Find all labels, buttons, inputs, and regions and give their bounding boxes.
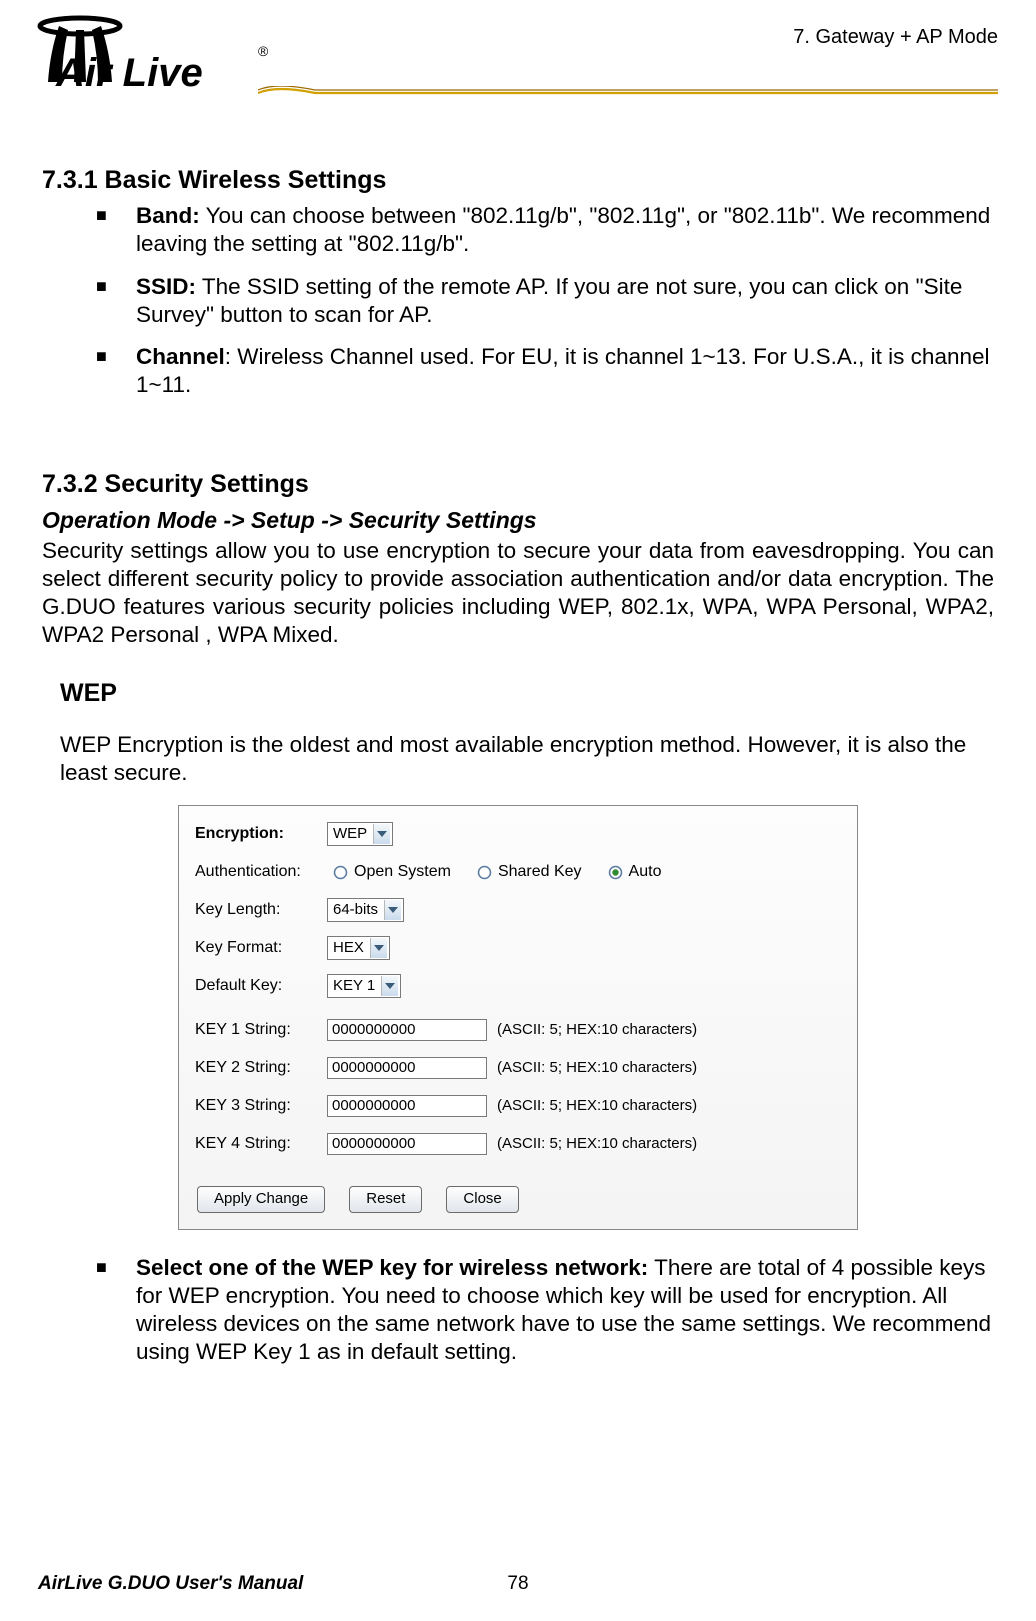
footer-manual-title: AirLive G.DUO User's Manual xyxy=(38,1573,303,1595)
encryption-label: Encryption: xyxy=(195,824,327,844)
brand-logo: Air Live ® xyxy=(26,12,276,107)
keylength-label: Key Length: xyxy=(195,900,327,920)
wep-heading: WEP xyxy=(60,678,994,709)
encryption-select[interactable]: WEP xyxy=(327,822,393,846)
chevron-down-icon xyxy=(370,938,387,958)
key3-input[interactable]: 0000000000 xyxy=(327,1095,487,1117)
chevron-down-icon xyxy=(381,976,398,996)
key4-input[interactable]: 0000000000 xyxy=(327,1133,487,1155)
bullet-label: Band: xyxy=(136,203,200,228)
chevron-down-icon xyxy=(373,824,390,844)
auth-radio-auto[interactable]: Auto xyxy=(608,862,662,882)
chevron-down-icon xyxy=(384,900,401,920)
bullet-channel: Channel: Wireless Channel used. For EU, … xyxy=(42,343,994,399)
svg-text:®: ® xyxy=(258,43,269,59)
page-number: 78 xyxy=(507,1573,528,1595)
auth-radio-shared[interactable]: Shared Key xyxy=(477,862,582,882)
bullet-band: Band: You can choose between "802.11g/b"… xyxy=(42,202,994,258)
bullet-select-key: Select one of the WEP key for wireless n… xyxy=(42,1254,994,1367)
section-731-heading: 7.3.1 Basic Wireless Settings xyxy=(42,165,994,196)
key1-hint: (ASCII: 5; HEX:10 characters) xyxy=(497,1021,697,1040)
nav-path: Operation Mode -> Setup -> Security Sett… xyxy=(42,506,994,535)
keylength-select[interactable]: 64-bits xyxy=(327,898,404,922)
bullet-label: Channel xyxy=(136,344,225,369)
key1-input[interactable]: 0000000000 xyxy=(327,1019,487,1041)
auth-radio-open[interactable]: Open System xyxy=(333,862,451,882)
radio-label: Open System xyxy=(354,862,451,882)
bullet-label: SSID: xyxy=(136,274,196,299)
bullet-ssid: SSID: The SSID setting of the remote AP.… xyxy=(42,273,994,329)
key3-label: KEY 3 String: xyxy=(195,1096,327,1116)
radio-label: Auto xyxy=(629,862,662,882)
apply-button[interactable]: Apply Change xyxy=(197,1186,325,1213)
key2-label: KEY 2 String: xyxy=(195,1058,327,1078)
keyformat-label: Key Format: xyxy=(195,938,327,958)
reset-button[interactable]: Reset xyxy=(349,1186,422,1213)
keyformat-value: HEX xyxy=(333,939,364,958)
bullet-text: Wireless Channel used. For EU, it is cha… xyxy=(136,344,990,397)
authentication-label: Authentication: xyxy=(195,862,327,882)
bullet-text: The SSID setting of the remote AP. If yo… xyxy=(136,274,962,327)
defaultkey-select[interactable]: KEY 1 xyxy=(327,974,401,998)
key4-label: KEY 4 String: xyxy=(195,1134,327,1154)
defaultkey-label: Default Key: xyxy=(195,976,327,996)
key1-label: KEY 1 String: xyxy=(195,1020,327,1040)
svg-text:Air Live: Air Live xyxy=(55,51,203,95)
keyformat-select[interactable]: HEX xyxy=(327,936,390,960)
encryption-value: WEP xyxy=(333,825,367,844)
key2-input[interactable]: 0000000000 xyxy=(327,1057,487,1079)
bullet-text: You can choose between "802.11g/b", "802… xyxy=(136,203,990,256)
bullet-label: Select one of the WEP key for wireless n… xyxy=(136,1255,648,1280)
key4-hint: (ASCII: 5; HEX:10 characters) xyxy=(497,1135,697,1154)
security-paragraph: Security settings allow you to use encry… xyxy=(42,537,994,650)
section-732-heading: 7.3.2 Security Settings xyxy=(42,469,994,500)
wep-settings-dialog: Encryption: WEP Authentication: Open Sys… xyxy=(178,805,858,1230)
keylength-value: 64-bits xyxy=(333,901,378,920)
radio-label: Shared Key xyxy=(498,862,582,882)
chapter-breadcrumb: 7. Gateway + AP Mode xyxy=(793,26,998,49)
header-divider xyxy=(258,86,998,96)
key2-hint: (ASCII: 5; HEX:10 characters) xyxy=(497,1059,697,1078)
defaultkey-value: KEY 1 xyxy=(333,977,375,996)
close-button[interactable]: Close xyxy=(446,1186,518,1213)
key3-hint: (ASCII: 5; HEX:10 characters) xyxy=(497,1097,697,1116)
wep-intro: WEP Encryption is the oldest and most av… xyxy=(60,731,994,787)
